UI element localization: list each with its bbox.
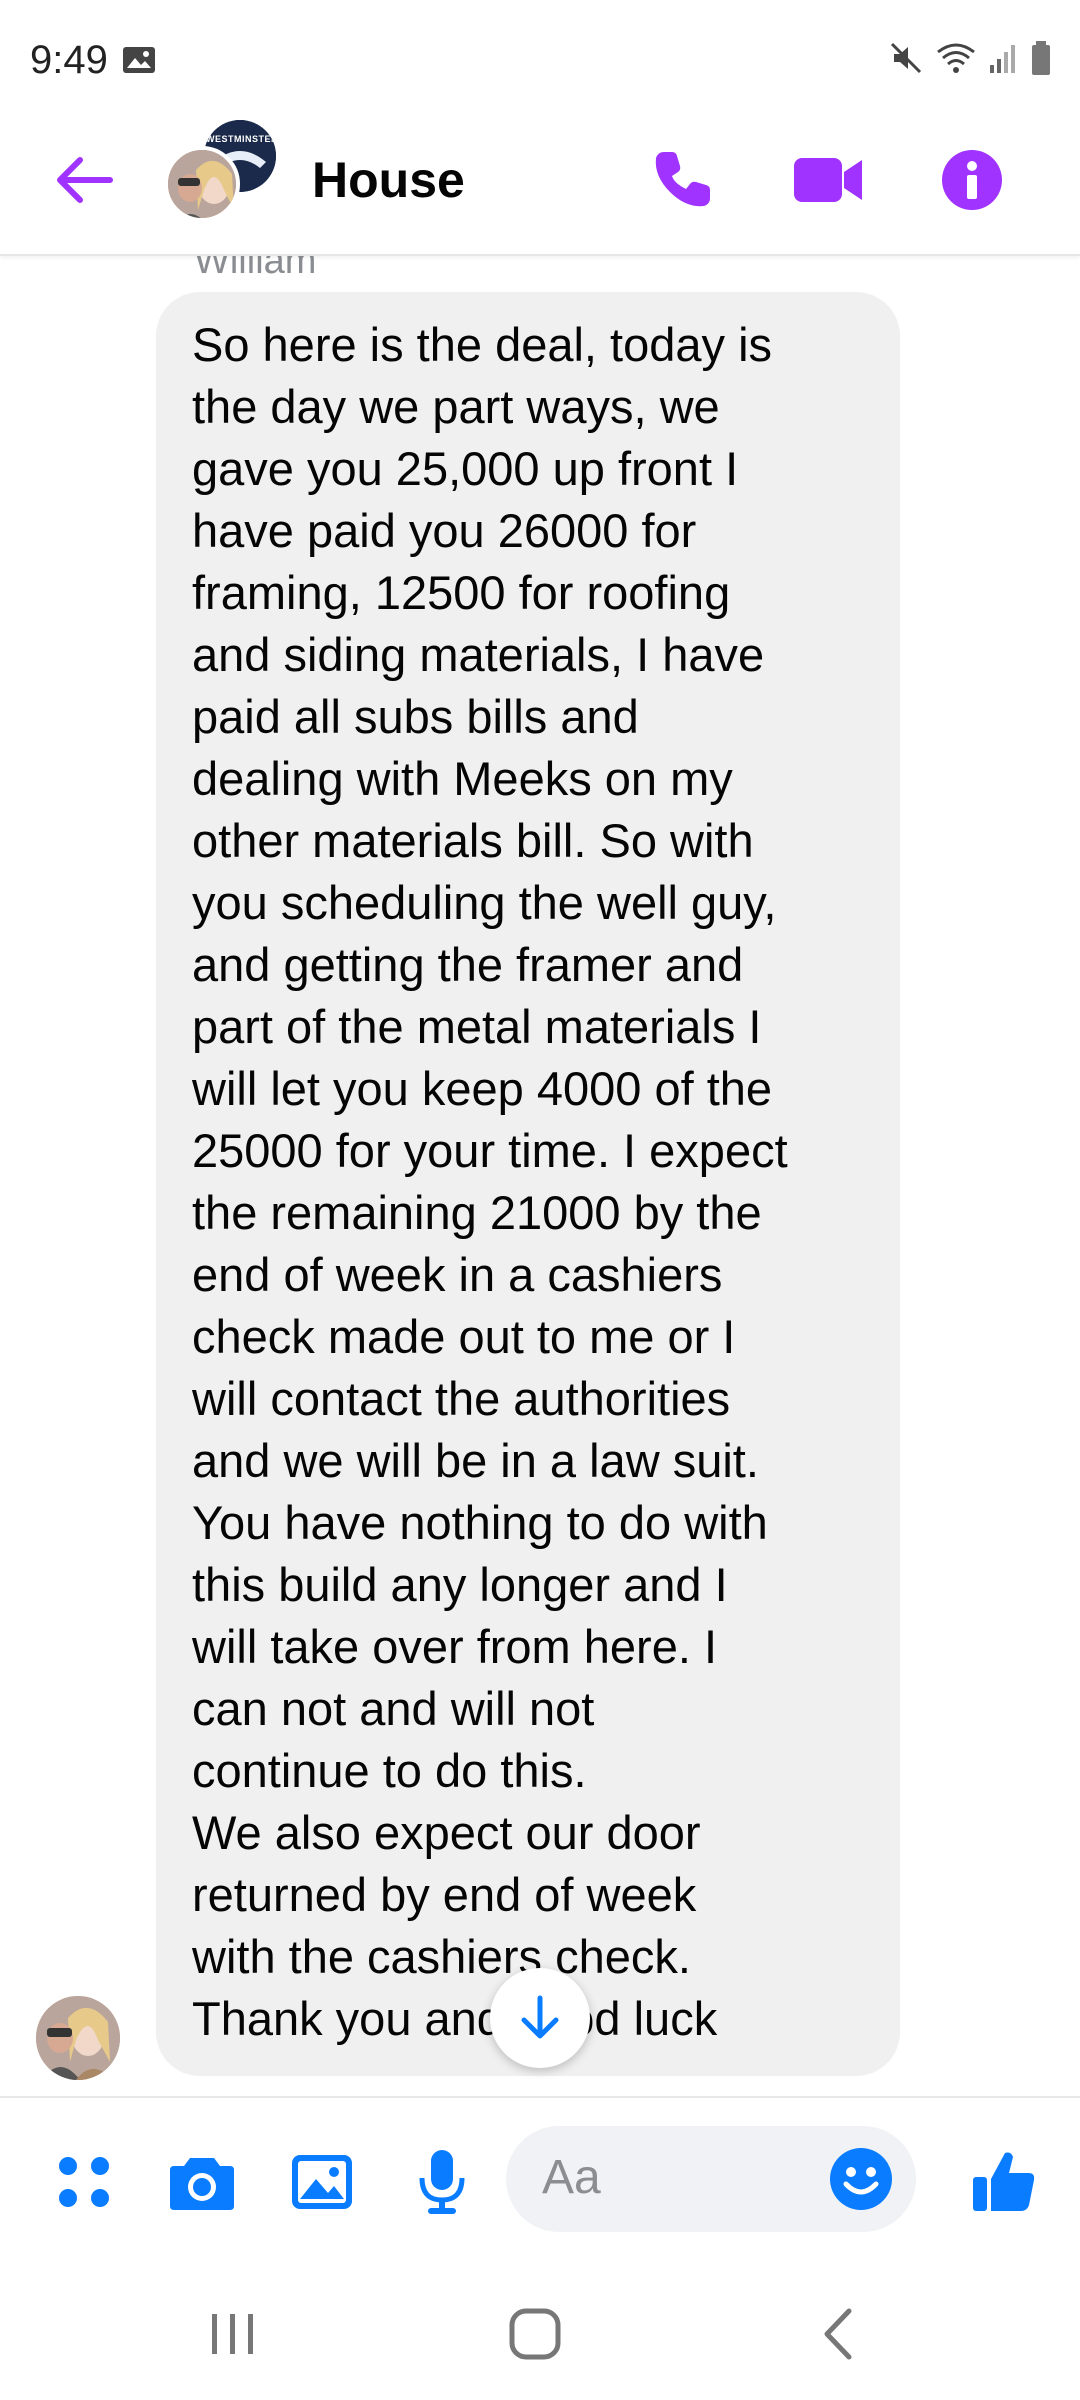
wifi-icon — [934, 40, 978, 81]
video-call-button[interactable] — [786, 138, 870, 222]
message-input-placeholder: Aa — [542, 2151, 601, 2204]
emoji-button[interactable] — [828, 2146, 894, 2212]
sender-avatar[interactable] — [36, 1996, 120, 2080]
message-list[interactable]: William So here is the deal, today is th… — [0, 256, 1080, 2096]
video-camera-icon — [794, 158, 862, 202]
conversation-title[interactable]: House — [312, 144, 465, 216]
status-bar: 9:49 — [0, 0, 1080, 120]
camera-button[interactable] — [162, 2142, 242, 2222]
message-input[interactable]: Aa — [506, 2126, 916, 2232]
signal-icon — [988, 41, 1020, 80]
image-icon — [292, 2155, 352, 2209]
back-arrow-icon — [57, 157, 113, 203]
home-icon — [509, 2308, 561, 2360]
thumbs-up-icon — [973, 2152, 1035, 2211]
emoji-icon — [830, 2148, 892, 2210]
scroll-to-bottom-button[interactable] — [490, 1968, 590, 2068]
battery-icon — [1030, 40, 1052, 81]
camera-icon — [170, 2158, 234, 2210]
system-navigation-bar — [0, 2266, 1080, 2400]
gallery-button[interactable] — [282, 2142, 362, 2222]
message-composer: Aa — [0, 2096, 1080, 2266]
status-time: 9:49 — [30, 38, 108, 82]
info-icon — [942, 150, 1002, 210]
more-actions-button[interactable] — [44, 2142, 124, 2222]
like-button[interactable] — [964, 2142, 1044, 2222]
voice-call-button[interactable] — [640, 138, 724, 222]
gallery-notification-icon — [122, 46, 156, 74]
chevron-left-icon — [824, 2308, 852, 2360]
voice-message-button[interactable] — [402, 2142, 482, 2222]
group-avatar[interactable]: WESTMINSTER — [164, 120, 284, 230]
group-badge-text: WESTMINSTER — [206, 134, 276, 144]
phone-icon — [655, 152, 710, 207]
message-text: So here is the deal, today is the day we… — [192, 318, 788, 2045]
arrow-down-icon — [521, 1995, 559, 2039]
message-bubble[interactable]: So here is the deal, today is the day we… — [156, 292, 900, 2076]
microphone-icon — [419, 2150, 465, 2214]
mute-icon — [888, 40, 924, 81]
four-dots-icon — [59, 2157, 109, 2207]
group-member-photo — [164, 146, 240, 222]
status-icons — [888, 40, 1052, 80]
conversation-info-button[interactable] — [930, 138, 1014, 222]
home-button[interactable] — [490, 2302, 580, 2366]
message-sender-name: William — [194, 256, 317, 282]
conversation-header: WESTMINSTER House — [0, 120, 1080, 256]
recents-icon — [212, 2314, 253, 2354]
system-back-button[interactable] — [792, 2302, 882, 2366]
back-button[interactable] — [48, 144, 120, 216]
recent-apps-button[interactable] — [188, 2302, 278, 2366]
